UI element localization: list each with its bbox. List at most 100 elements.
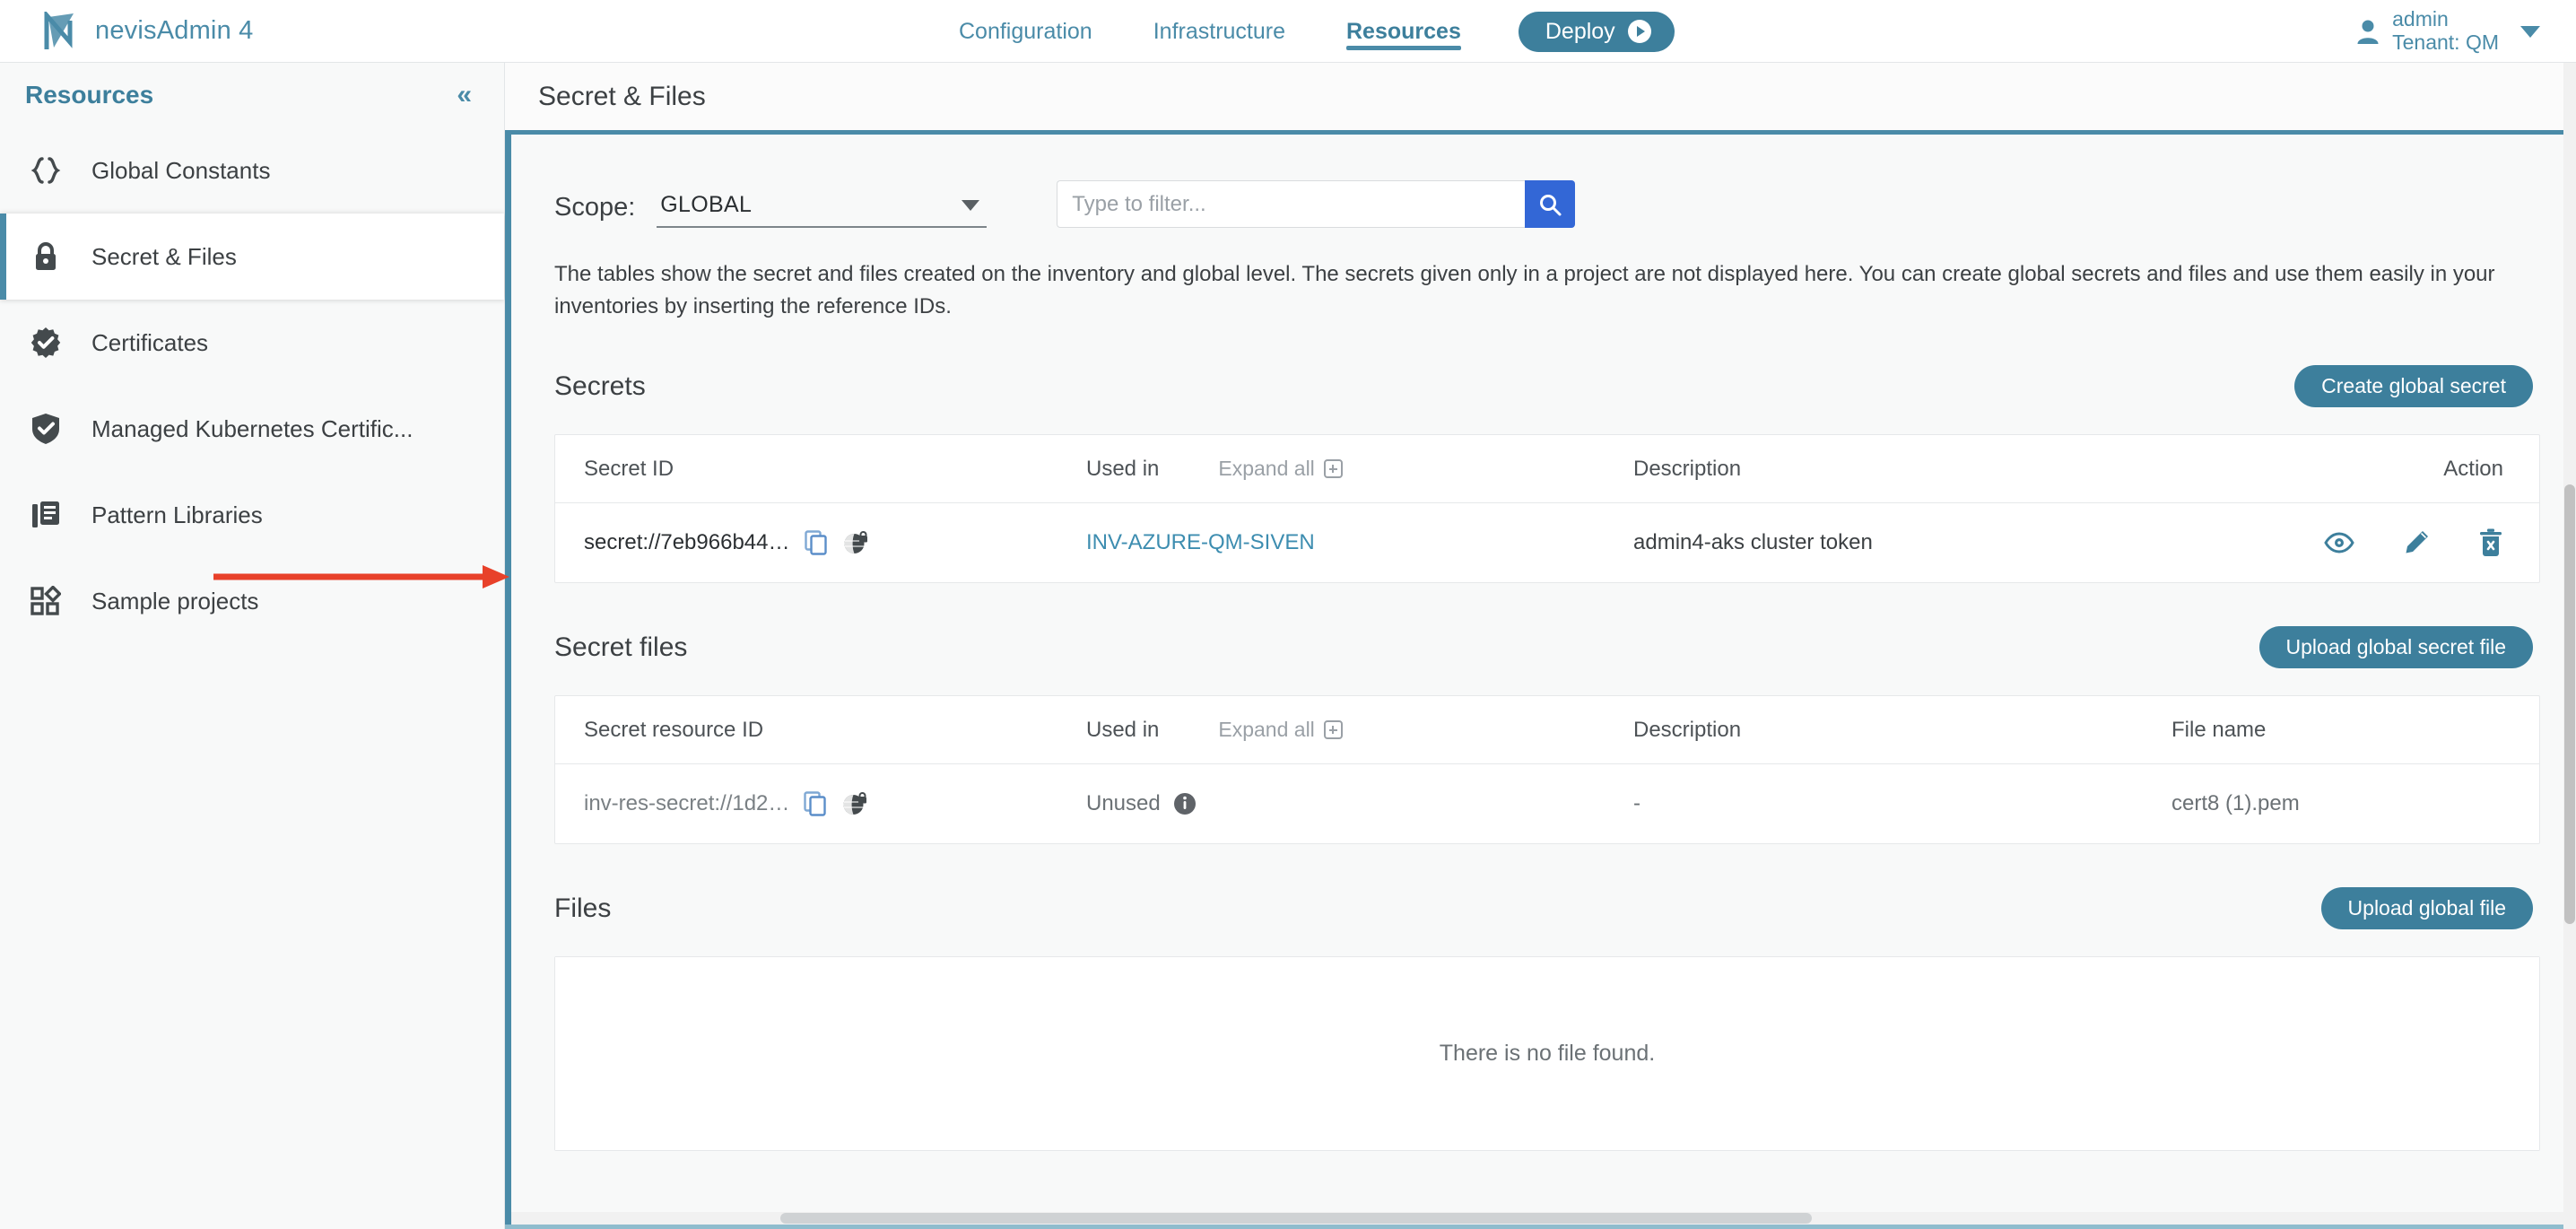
secret-id-value: secret://7eb966b44… [584, 530, 790, 555]
used-in-link[interactable]: INV-AZURE-QM-SIVEN [1086, 530, 1315, 555]
braces-icon [25, 155, 66, 186]
sidebar-header: Resources « [0, 63, 504, 127]
create-global-secret-button[interactable]: Create global secret [2294, 365, 2533, 408]
scope-selected-value: GLOBAL [660, 192, 753, 217]
vertical-scrollbar-thumb[interactable] [2564, 484, 2575, 924]
sidebar-item-managed-kubernetes-certificates[interactable]: Managed Kubernetes Certific... [0, 386, 504, 472]
top-nav: Configuration Infrastructure Resources D… [928, 0, 1675, 63]
brand-name: nevisAdmin 4 [95, 16, 254, 45]
vertical-scrollbar[interactable] [2563, 63, 2576, 1229]
secret-files-table-header: Secret resource ID Used in Expand all De… [555, 696, 2539, 765]
used-in-cell: Unused [1086, 791, 1633, 816]
search-icon [1540, 194, 1562, 215]
user-menu[interactable]: admin Tenant: QM [2356, 0, 2540, 63]
expand-all-toggle[interactable]: Expand all [1218, 718, 1343, 742]
sidebar-title: Resources [25, 81, 154, 109]
description-cell: - [1633, 791, 1640, 816]
filter-search-box [1057, 180, 1576, 228]
upload-global-file-button[interactable]: Upload global file [2320, 887, 2533, 930]
sidebar-item-label: Sample projects [91, 587, 259, 614]
files-section-header: Files Upload global file [554, 887, 2540, 930]
info-icon[interactable] [1173, 792, 1197, 815]
copy-icon[interactable] [804, 530, 828, 555]
plus-box-icon [1323, 720, 1343, 740]
user-tenant: Tenant: QM [2392, 31, 2499, 54]
filter-input[interactable] [1057, 180, 1526, 228]
page-header: Secret & Files [505, 63, 2576, 135]
row-actions [2171, 528, 2503, 557]
secret-files-section-header: Secret files Upload global secret file [554, 626, 2540, 669]
globe-lock-icon[interactable] [842, 529, 869, 556]
column-header-used-in: Used in Expand all [1086, 457, 1633, 482]
filter-bar: Scope: GLOBAL [554, 167, 2540, 228]
nav-item-infrastructure[interactable]: Infrastructure [1123, 0, 1316, 63]
library-icon [25, 500, 66, 530]
column-header-file-name: File name [2171, 717, 2267, 742]
table-row[interactable]: secret://7eb966b44… INV-AZURE-QM-SIVEN a… [555, 503, 2539, 582]
sidebar-item-global-constants[interactable]: Global Constants [0, 127, 504, 214]
sidebar-item-label: Managed Kubernetes Certific... [91, 414, 413, 442]
shield-check-icon [25, 413, 66, 445]
deploy-button[interactable]: Deploy [1518, 11, 1675, 52]
expand-all-label: Expand all [1218, 718, 1315, 742]
chevron-double-left-icon[interactable]: « [457, 82, 472, 109]
files-table: There is no file found. [554, 956, 2540, 1152]
scope-select[interactable]: GLOBAL [657, 192, 988, 228]
deploy-button-label: Deploy [1545, 18, 1615, 44]
user-name: admin [2392, 7, 2449, 31]
sidebar-item-label: Pattern Libraries [91, 501, 263, 528]
description-cell: admin4-aks cluster token [1633, 530, 1873, 555]
secret-resource-id-value: inv-res-secret://1d2… [584, 791, 790, 816]
nav-item-configuration[interactable]: Configuration [928, 0, 1123, 63]
column-header-action: Action [2443, 456, 2503, 481]
secret-files-table: Secret resource ID Used in Expand all De… [554, 695, 2540, 845]
scope-label: Scope: [554, 193, 636, 222]
copy-icon[interactable] [804, 791, 827, 816]
pencil-icon[interactable] [2403, 529, 2430, 556]
column-header-used-in-label: Used in [1086, 456, 1160, 481]
used-in-value: Unused [1086, 791, 1161, 816]
brand[interactable]: nevisAdmin 4 [43, 11, 254, 51]
secrets-section-header: Secrets Create global secret [554, 365, 2540, 408]
nav-item-resources[interactable]: Resources [1316, 0, 1492, 63]
upload-global-secret-file-button[interactable]: Upload global secret file [2258, 626, 2533, 669]
expand-all-label: Expand all [1218, 457, 1315, 481]
expand-all-toggle[interactable]: Expand all [1218, 457, 1343, 481]
eye-icon[interactable] [2324, 532, 2354, 553]
sidebar-item-secret-and-files[interactable]: Secret & Files [0, 214, 504, 300]
table-row[interactable]: inv-res-secret://1d2… Unused - cert8 (1)… [555, 764, 2539, 843]
chevron-down-icon[interactable] [2520, 25, 2540, 38]
sidebar-item-certificates[interactable]: Certificates [0, 300, 504, 386]
secrets-table-header: Secret ID Used in Expand all Description… [555, 435, 2539, 504]
sidebar-item-sample-projects[interactable]: Sample projects [0, 558, 504, 644]
secret-files-title: Secret files [554, 632, 688, 662]
globe-lock-icon[interactable] [841, 790, 868, 817]
file-name-cell: cert8 (1).pem [2171, 791, 2300, 816]
plus-box-icon [1323, 459, 1343, 479]
content-area: Scope: GLOBAL The tables show the [505, 135, 2576, 1225]
page-description: The tables show the secret and files cre… [554, 262, 2495, 318]
top-bar: nevisAdmin 4 Configuration Infrastructur… [0, 0, 2576, 63]
sidebar: Resources « Global Constants Secret & Fi… [0, 63, 505, 1229]
sidebar-item-label: Global Constants [91, 156, 271, 184]
files-title: Files [554, 893, 612, 923]
secret-id-cell: secret://7eb966b44… [584, 529, 1086, 556]
files-empty-message: There is no file found. [555, 957, 2539, 1151]
bottom-accent-bar [505, 1225, 2576, 1229]
sidebar-item-pattern-libraries[interactable]: Pattern Libraries [0, 472, 504, 558]
certificate-badge-icon [25, 327, 66, 359]
search-button[interactable] [1525, 180, 1576, 228]
sidebar-item-label: Certificates [91, 328, 209, 356]
lock-icon [25, 240, 66, 273]
secrets-table: Secret ID Used in Expand all Description… [554, 434, 2540, 584]
nevis-logo-icon [44, 11, 74, 49]
horizontal-scrollbar-thumb[interactable] [780, 1213, 1812, 1224]
page-title: Secret & Files [538, 81, 706, 111]
main-content: Secret & Files Scope: GLOBAL Type to fil… [505, 63, 2576, 1229]
column-header-secret-id: Secret ID [584, 456, 674, 481]
horizontal-scrollbar[interactable] [511, 1212, 2576, 1225]
secret-resource-id-cell: inv-res-secret://1d2… [584, 790, 1086, 817]
grid-shapes-icon [25, 586, 66, 616]
trash-icon[interactable] [2478, 528, 2503, 557]
column-header-secret-resource-id: Secret resource ID [584, 717, 764, 742]
